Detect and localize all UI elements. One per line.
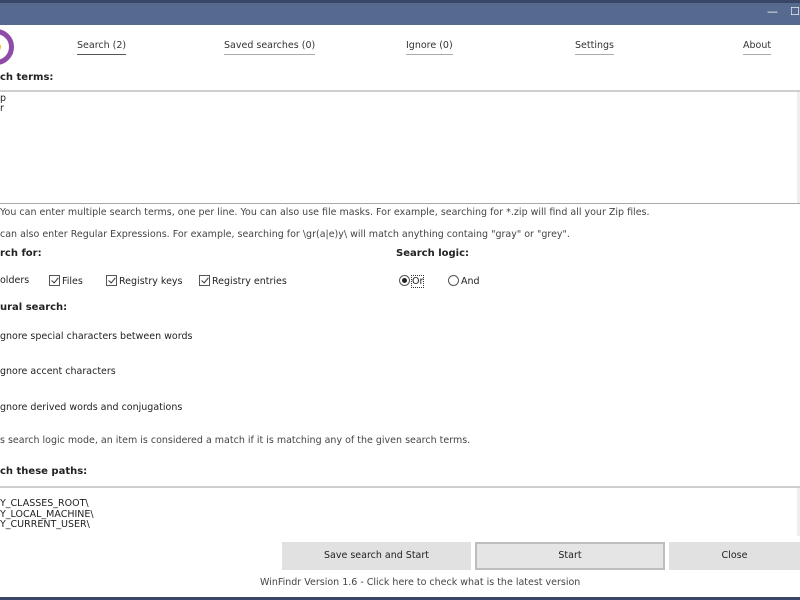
radio-label: And (461, 276, 480, 287)
hint-text: You can enter multiple search terms, one… (0, 207, 650, 218)
search-for-heading: rch for: (0, 248, 42, 259)
checkbox-label: Files (62, 276, 83, 287)
files-checkbox[interactable]: Files (49, 275, 83, 287)
close-button[interactable]: Close (669, 542, 800, 570)
ignore-accents-option[interactable]: gnore accent characters (0, 366, 116, 377)
radio-label: Or (410, 275, 425, 288)
title-bar (0, 0, 800, 25)
or-radio[interactable]: Or (399, 275, 425, 288)
checkbox-checked-icon (106, 275, 117, 286)
path-line: Y_LOCAL_MACHINE\ (0, 508, 94, 520)
ignore-special-chars-option[interactable]: gnore special characters between words (0, 331, 192, 342)
registry-keys-checkbox[interactable]: Registry keys (106, 275, 183, 287)
maximize-button[interactable]: ☐ (790, 5, 800, 18)
path-line: Y_CURRENT_USER\ (0, 519, 90, 530)
tab-ignore[interactable]: Ignore (0) (406, 40, 453, 55)
radio-selected-icon (399, 275, 410, 286)
search-term-line: r (0, 103, 4, 114)
checkbox-checked-icon (49, 275, 60, 286)
checkbox-label: Registry keys (119, 276, 183, 287)
regex-hint-text: can also enter Regular Expressions. For … (0, 229, 570, 240)
natural-search-heading: ural search: (0, 302, 68, 313)
tab-saved-searches[interactable]: Saved searches (0) (224, 40, 316, 55)
radio-empty-icon (448, 275, 459, 286)
search-terms-input[interactable]: p r (0, 90, 800, 204)
search-logic-heading: Search logic: (396, 248, 470, 259)
and-radio[interactable]: And (448, 275, 480, 287)
tab-search[interactable]: Search (2) (77, 40, 127, 55)
app-logo (0, 29, 14, 65)
save-search-and-start-button[interactable]: Save search and Start (282, 542, 471, 570)
checkbox-label: Registry entries (212, 276, 287, 287)
tab-about[interactable]: About (743, 40, 772, 55)
start-button[interactable]: Start (475, 542, 665, 570)
minimize-button[interactable]: — (767, 5, 778, 18)
checkbox-label: olders (0, 275, 30, 286)
search-term-line: p (0, 93, 7, 104)
registry-entries-checkbox[interactable]: Registry entries (199, 275, 287, 287)
search-paths-heading: ch these paths: (0, 466, 88, 477)
search-paths-input[interactable]: Y_CLASSES_ROOT\ Y_LOCAL_MACHINE\ Y_CURRE… (0, 486, 800, 536)
path-line: Y_CLASSES_ROOT\ (0, 498, 89, 509)
checkbox-checked-icon (199, 275, 210, 286)
folders-checkbox[interactable]: olders (0, 275, 29, 286)
ignore-derived-words-option[interactable]: gnore derived words and conjugations (0, 402, 182, 413)
logic-mode-note: s search logic mode, an item is consider… (0, 435, 471, 446)
search-terms-heading: ch terms: (0, 72, 54, 83)
tab-settings[interactable]: Settings (575, 40, 614, 55)
version-link[interactable]: WinFindr Version 1.6 - Click here to che… (260, 577, 580, 588)
